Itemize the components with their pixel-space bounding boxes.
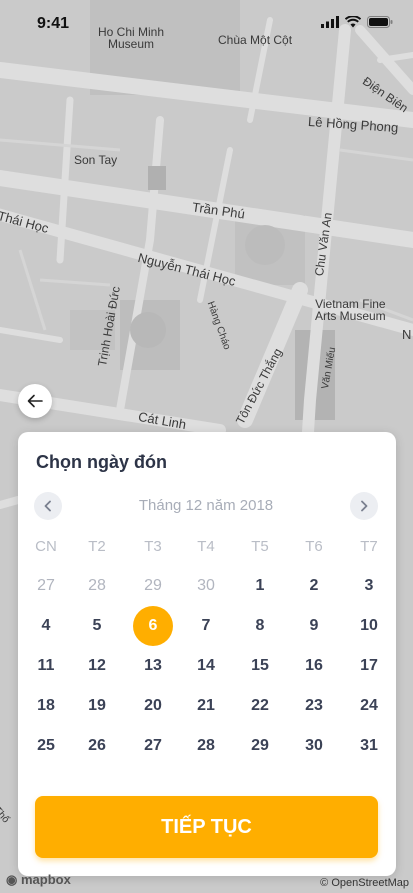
calendar-day[interactable]: 23	[294, 686, 334, 726]
month-navigator: Tháng 12 năm 2018	[34, 492, 378, 520]
calendar-day[interactable]: 16	[294, 646, 334, 686]
calendar-day[interactable]: 29	[133, 566, 173, 606]
next-month-button[interactable]	[350, 492, 378, 520]
calendar-day[interactable]: 21	[186, 686, 226, 726]
calendar-day[interactable]: 19	[77, 686, 117, 726]
status-bar: 9:41	[0, 0, 413, 44]
signal-icon	[321, 16, 339, 28]
weekday-label: T3	[144, 537, 162, 555]
calendar-day[interactable]: 18	[26, 686, 66, 726]
wifi-icon	[345, 16, 361, 28]
chevron-right-icon	[361, 500, 368, 512]
mapbox-label: mapbox	[20, 872, 71, 887]
mapbox-attribution[interactable]: ◉ mapbox	[6, 872, 71, 888]
calendar-day[interactable]: 22	[240, 686, 280, 726]
date-picker-card: Chọn ngày đón Tháng 12 năm 2018 CN T2 T3 T4…	[18, 432, 396, 876]
calendar-day[interactable]: 25	[26, 726, 66, 766]
calendar-day[interactable]: 31	[349, 726, 389, 766]
osm-attribution[interactable]: © OpenStreetMap	[320, 877, 409, 889]
calendar-day[interactable]: 30	[294, 726, 334, 766]
calendar-week: 25 26 27 28 29 30 31	[18, 737, 396, 782]
calendar-day[interactable]: 3	[349, 566, 389, 606]
calendar-day[interactable]: 8	[240, 606, 280, 646]
calendar-day[interactable]: 28	[186, 726, 226, 766]
calendar-day[interactable]: 24	[349, 686, 389, 726]
weekday-label: T6	[305, 537, 323, 555]
battery-icon	[367, 16, 393, 28]
calendar-day[interactable]: 10	[349, 606, 389, 646]
calendar-day[interactable]: 4	[26, 606, 66, 646]
month-label: Tháng 12 năm 2018	[138, 497, 274, 514]
calendar-day[interactable]: 15	[240, 646, 280, 686]
map-label-n: N	[402, 327, 412, 342]
calendar-day[interactable]: 30	[186, 566, 226, 606]
calendar-day[interactable]: 12	[77, 646, 117, 686]
map-label-vietnam-fine-arts: Vietnam Fine Arts Museum	[315, 297, 386, 323]
continue-button[interactable]: TIẾP TỤC	[35, 796, 378, 858]
calendar-day[interactable]: 7	[186, 606, 226, 646]
mapbox-logo-icon: ◉	[6, 872, 18, 887]
arrow-left-icon	[27, 394, 43, 408]
selected-day[interactable]: 6	[133, 606, 173, 646]
calendar-day[interactable]: 27	[26, 566, 66, 606]
calendar-day[interactable]: 14	[186, 646, 226, 686]
calendar-day[interactable]: 1	[240, 566, 280, 606]
calendar-day[interactable]: 26	[77, 726, 117, 766]
weekday-label: CN	[35, 537, 57, 555]
calendar-day[interactable]: 5	[77, 606, 117, 646]
status-time: 9:41	[37, 15, 70, 32]
calendar-day[interactable]: 28	[77, 566, 117, 606]
calendar-day[interactable]: 13	[133, 646, 173, 686]
calendar-day[interactable]: 20	[133, 686, 173, 726]
calendar-day[interactable]: 29	[240, 726, 280, 766]
weekday-label: T5	[251, 537, 269, 555]
calendar-day[interactable]: 9	[294, 606, 334, 646]
calendar-grid: CN T2 T3 T4 T5 T6 T7 27 28 29 30 1 2 3 4 5 6 7 8 9 10 11 12 13 1…	[18, 538, 396, 782]
calendar-day[interactable]: 17	[349, 646, 389, 686]
status-icons	[321, 16, 393, 28]
back-button[interactable]	[18, 384, 52, 418]
calendar-day[interactable]: 2	[294, 566, 334, 606]
weekday-label: T7	[360, 537, 378, 555]
calendar-day[interactable]: 27	[133, 726, 173, 766]
weekday-label: T2	[88, 537, 106, 555]
picker-title: Chọn ngày đón	[36, 452, 167, 472]
calendar-day[interactable]: 11	[26, 646, 66, 686]
weekday-label: T4	[197, 537, 215, 555]
map-label-son-tay: Son Tay	[74, 153, 118, 167]
